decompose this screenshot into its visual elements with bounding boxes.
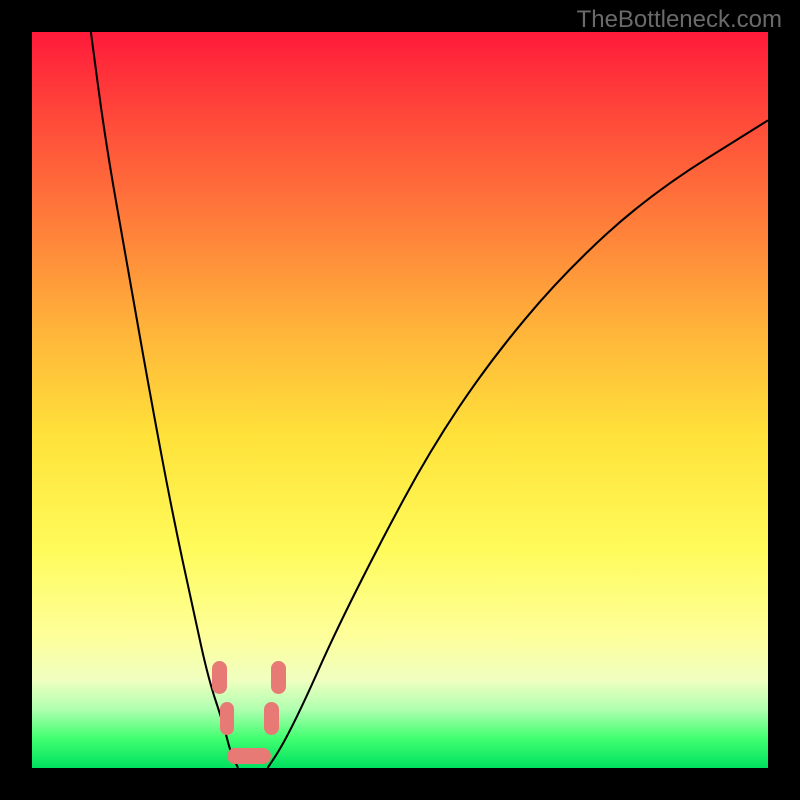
plot-area (32, 32, 768, 768)
left-curve-path (91, 32, 238, 768)
left-tick-upper (212, 661, 227, 694)
curve-layer (32, 32, 768, 768)
bottom-bar (227, 748, 271, 764)
left-tick-lower (220, 702, 235, 735)
right-tick-upper (271, 661, 286, 694)
chart-frame: TheBottleneck.com (0, 0, 800, 800)
watermark-text: TheBottleneck.com (577, 6, 782, 34)
right-tick-lower (264, 702, 279, 735)
right-curve-path (268, 120, 768, 768)
